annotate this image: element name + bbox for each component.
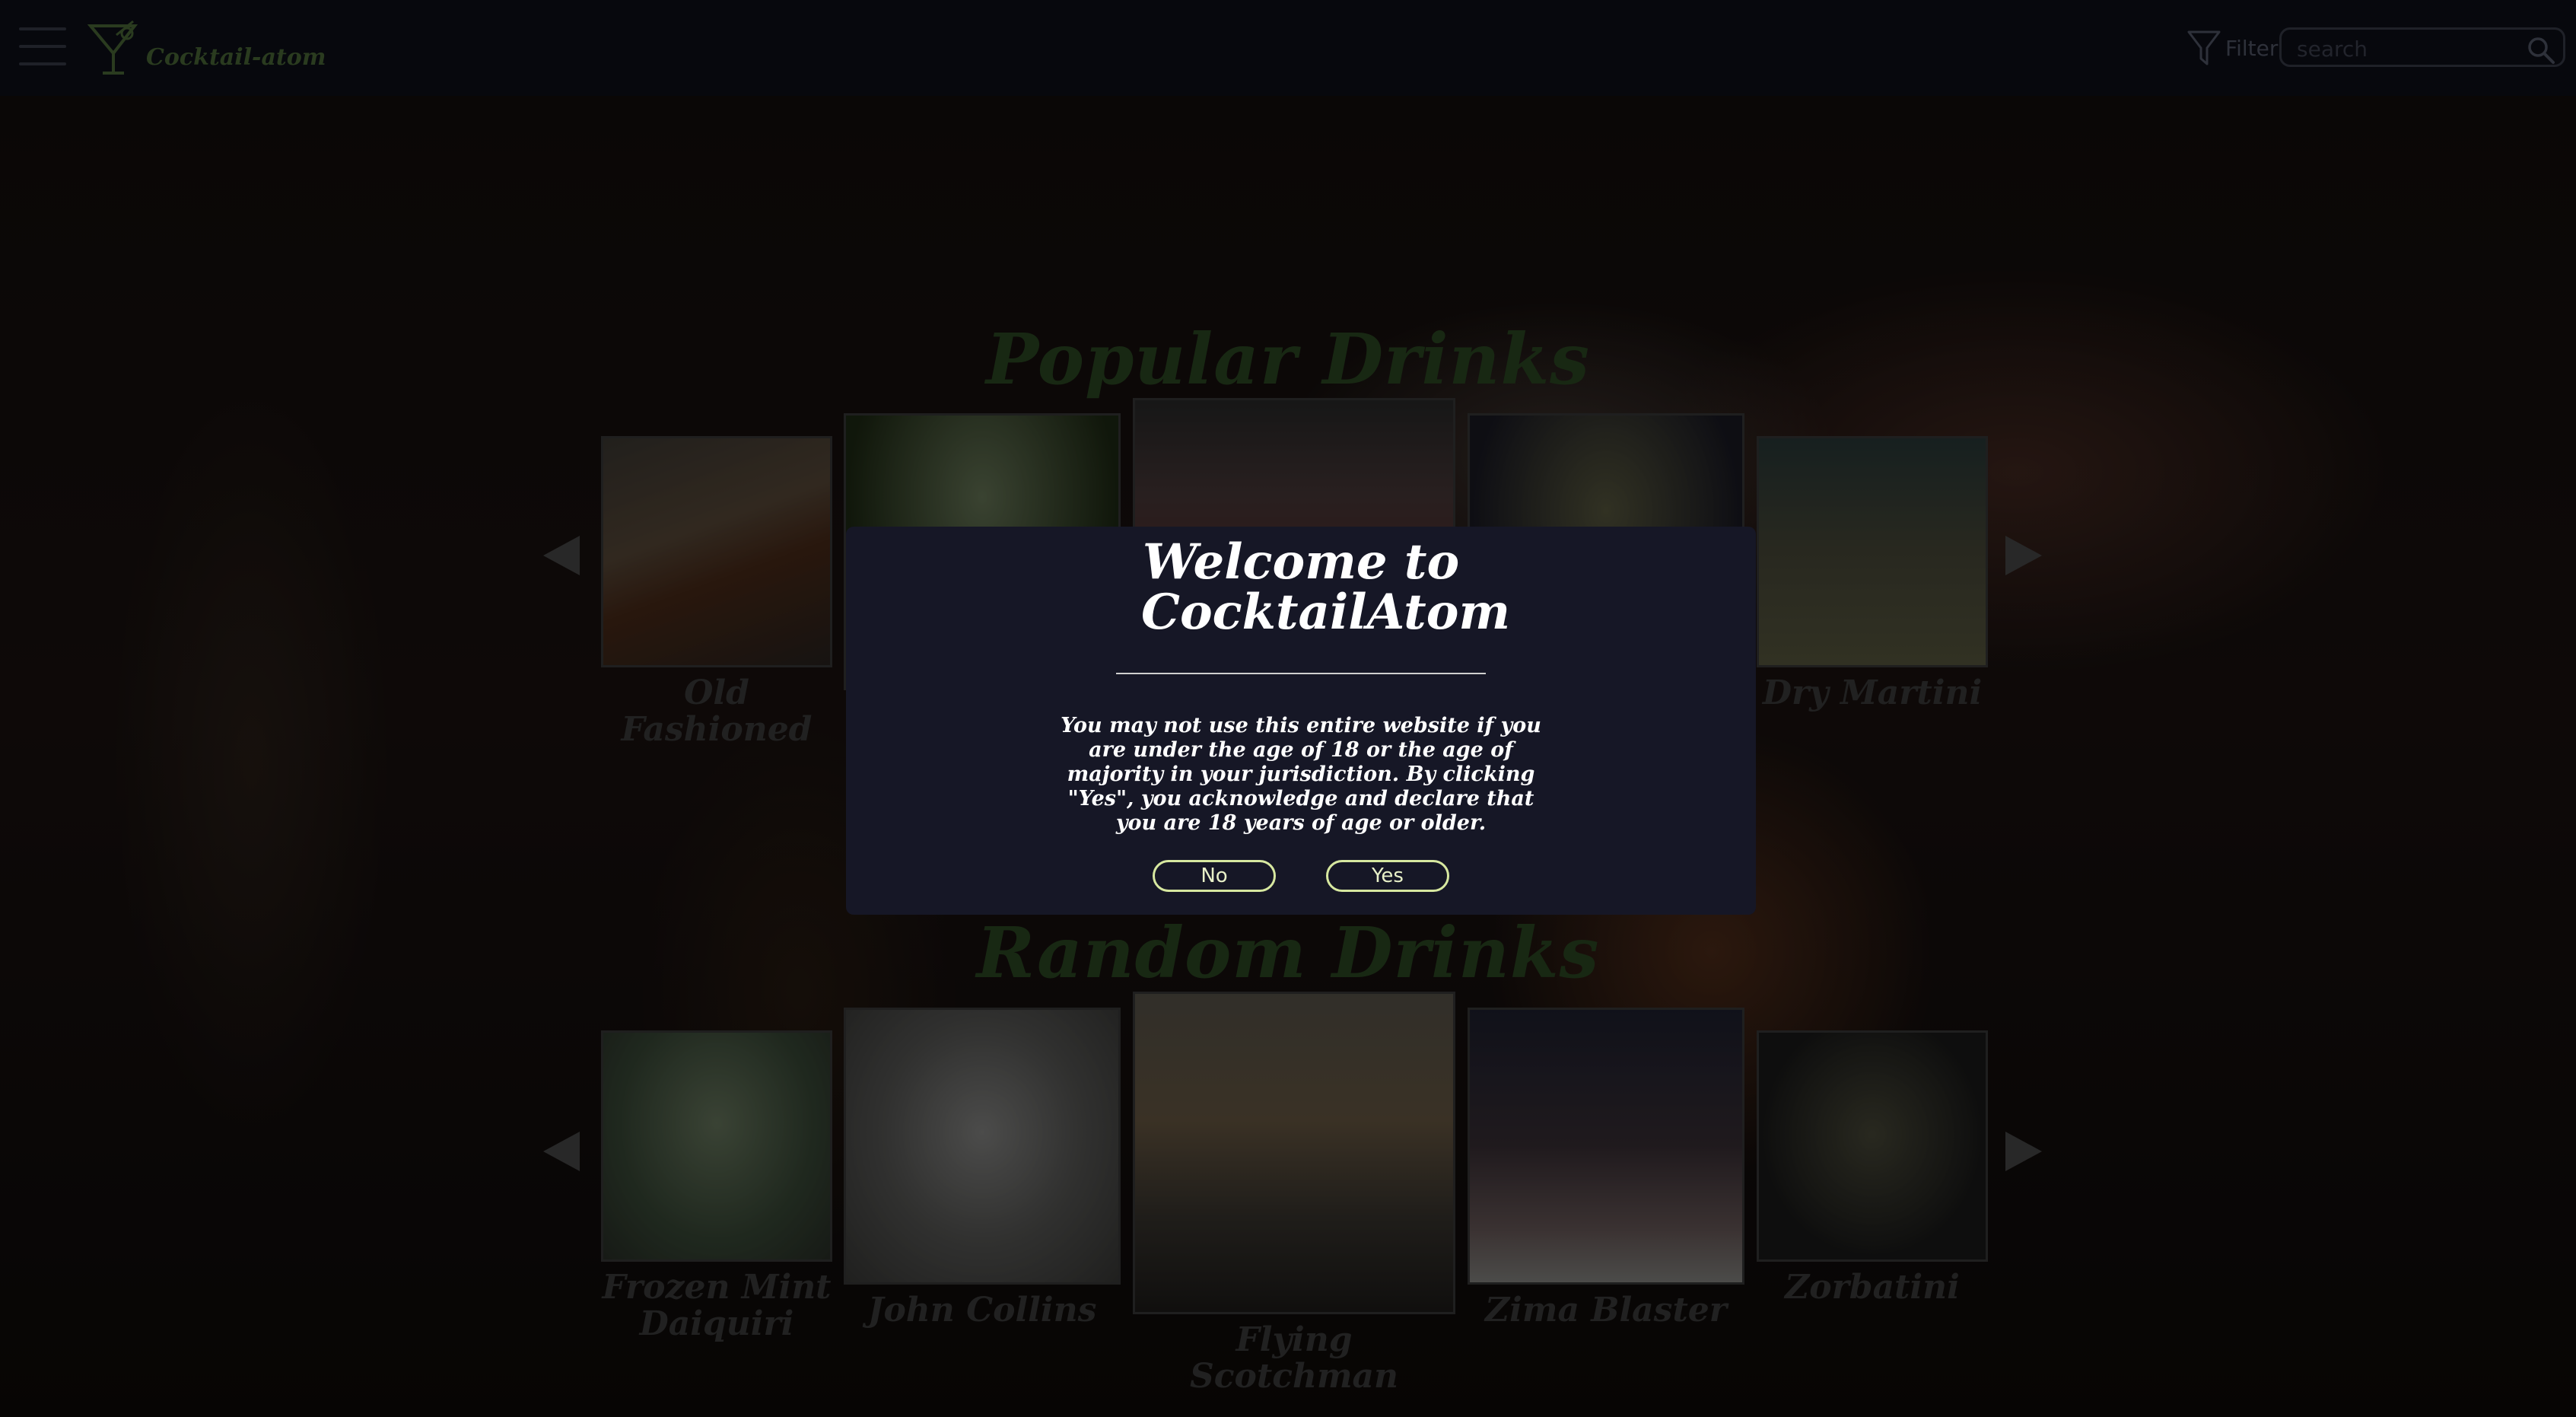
yes-button[interactable]: Yes [1326, 860, 1449, 892]
modal-body-text: You may not use this entire website if y… [1061, 714, 1541, 835]
modal-divider [1116, 673, 1486, 674]
no-button[interactable]: No [1153, 860, 1276, 892]
modal-title: Welcome to CocktailAtom [1141, 533, 1511, 641]
age-verification-modal: Welcome to CocktailAtom You may not use … [846, 527, 1756, 915]
